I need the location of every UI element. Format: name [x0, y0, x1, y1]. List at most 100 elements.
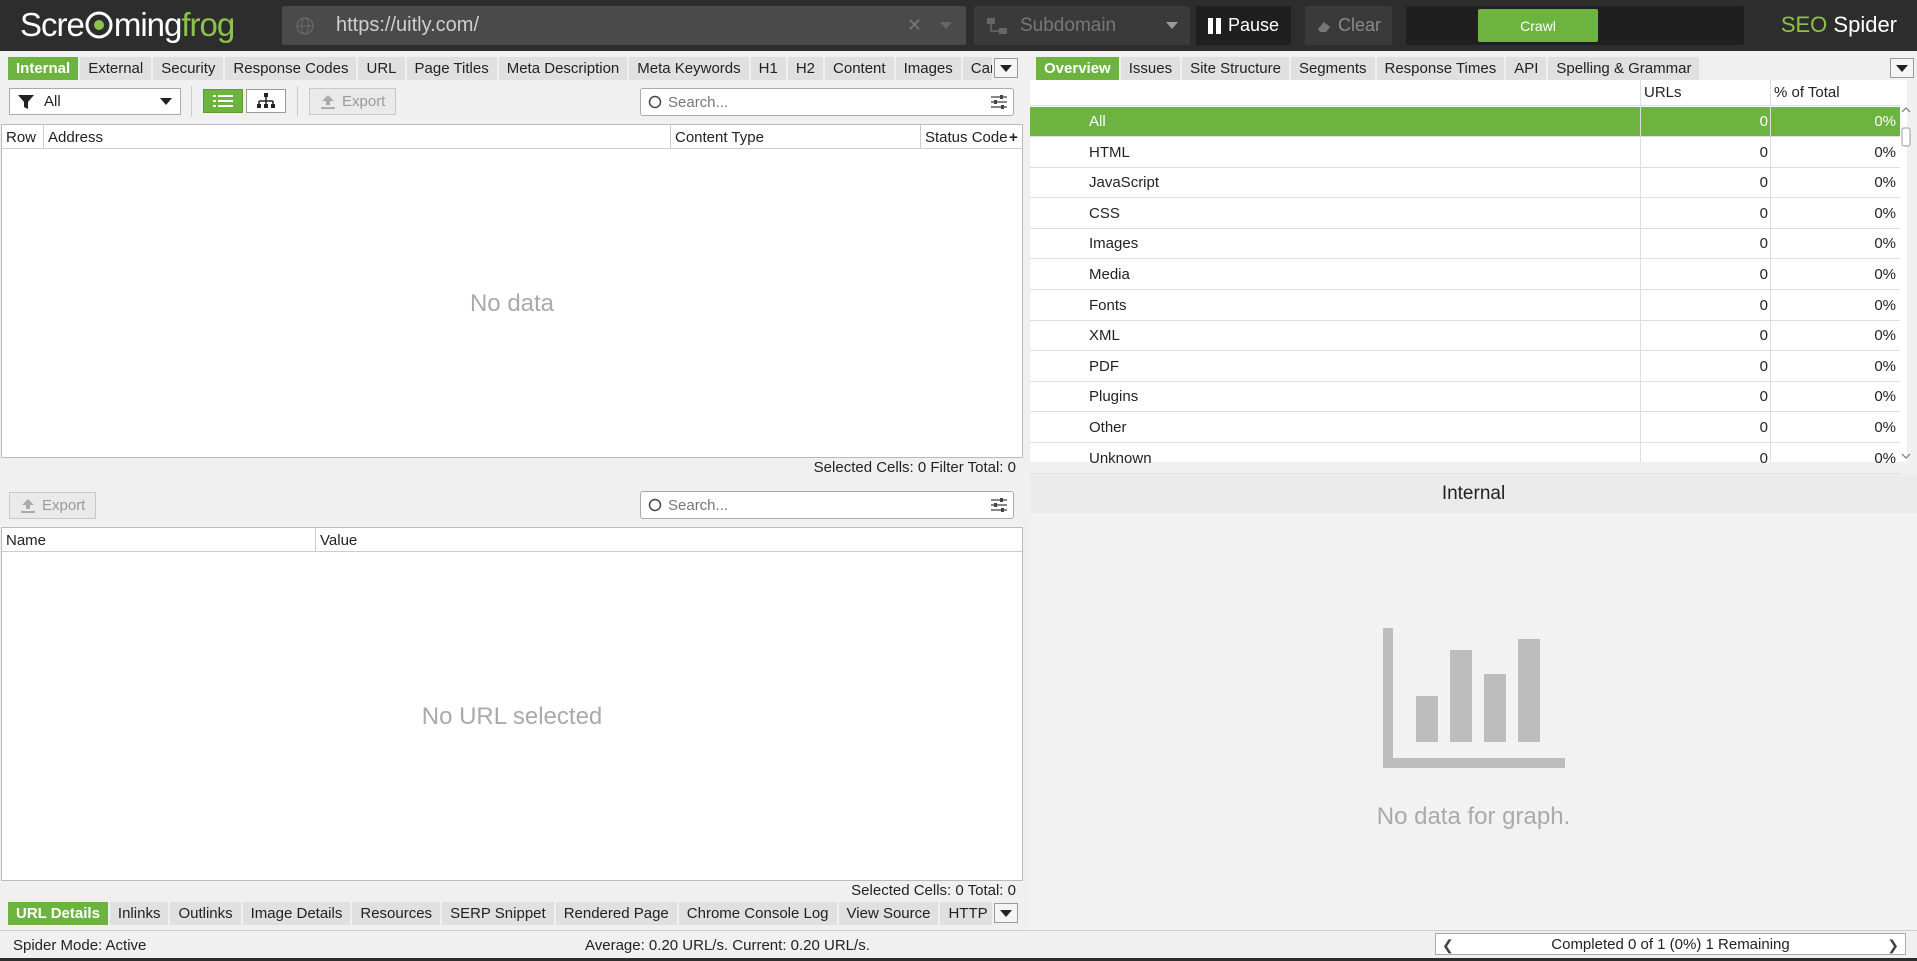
column-header-address[interactable]: Address	[44, 125, 671, 149]
detail-export-button[interactable]: Export	[9, 492, 97, 519]
grid-header: Row Address Content Type Status Code +	[2, 125, 1022, 149]
tab-meta-description[interactable]: Meta Description	[498, 56, 628, 80]
more-right-tabs-dropdown[interactable]	[1890, 58, 1914, 78]
crawl-mode-select[interactable]: Subdomain	[974, 6, 1190, 45]
detail-tab-chrome-console-log[interactable]: Chrome Console Log	[678, 901, 837, 925]
list-icon	[213, 95, 233, 107]
url-text[interactable]: https://uitly.com/	[336, 14, 907, 37]
overview-cell-name: Images	[1089, 235, 1139, 253]
pause-button[interactable]: Pause	[1196, 6, 1291, 45]
detail-tab-serp-snippet[interactable]: SERP Snippet	[442, 901, 554, 925]
detail-tab-view-source[interactable]: View Source	[838, 901, 939, 925]
chevron-left-icon[interactable]: ❮	[1442, 937, 1454, 954]
detail-grid-header: Name Value	[2, 528, 1022, 552]
upload-icon	[321, 94, 335, 109]
right-tab-overview[interactable]: Overview	[1036, 56, 1119, 80]
add-column-icon[interactable]: +	[1007, 125, 1022, 149]
tab-security[interactable]: Security	[153, 56, 224, 80]
overview-table: URLs % of Total All 0 0% HTML 0 0% JavaScript 0…	[1030, 80, 1907, 474]
search-options-icon[interactable]	[991, 498, 1007, 512]
chevron-down-icon	[1000, 64, 1012, 72]
main-tab-bar: Internal External Security Response Codes UR…	[8, 56, 992, 80]
column-header-pct-total[interactable]: % of Total	[1774, 84, 1840, 101]
tab-external[interactable]: External	[80, 56, 152, 80]
overview-cell-name: HTML	[1089, 143, 1130, 161]
overview-cell-urls: 0	[1759, 449, 1768, 467]
overview-cell-urls: 0	[1759, 235, 1768, 253]
more-detail-tabs-dropdown[interactable]	[994, 903, 1018, 923]
detail-tab-outlinks[interactable]: Outlinks	[170, 901, 241, 925]
overview-cell-name: XML	[1089, 327, 1120, 345]
export-label: Export	[342, 93, 386, 110]
column-header-status-code[interactable]: Status Code	[921, 125, 1007, 149]
overview-cell-pct: 0%	[1874, 357, 1896, 375]
tab-page-titles[interactable]: Page Titles	[406, 56, 497, 80]
tab-images[interactable]: Images	[895, 56, 961, 80]
tab-meta-keywords[interactable]: Meta Keywords	[629, 56, 749, 80]
column-header-row[interactable]: Row	[2, 125, 44, 149]
url-history-dropdown-icon[interactable]	[940, 17, 952, 34]
column-header-value[interactable]: Value	[316, 528, 1022, 552]
overview-cell-urls: 0	[1759, 174, 1768, 192]
detail-search-input[interactable]: Search...	[640, 491, 1014, 519]
column-header-content-type[interactable]: Content Type	[671, 125, 921, 149]
tab-response-codes[interactable]: Response Codes	[225, 56, 357, 80]
detail-tab-resources[interactable]: Resources	[352, 901, 441, 925]
clear-button[interactable]: Clear	[1305, 6, 1392, 45]
filter-select[interactable]: All	[9, 88, 181, 115]
tab-internal[interactable]: Internal	[8, 56, 79, 80]
brand-label: SEO Spider	[1781, 12, 1897, 38]
tab-h2[interactable]: H2	[787, 56, 824, 80]
detail-tab-rendered-page[interactable]: Rendered Page	[555, 901, 677, 925]
logo-text-mid: ming	[113, 6, 183, 43]
right-tab-response-times[interactable]: Response Times	[1376, 56, 1505, 80]
right-tab-spelling-grammar[interactable]: Spelling & Grammar	[1548, 56, 1700, 80]
tree-view-button[interactable]	[246, 89, 286, 113]
tab-h1[interactable]: H1	[750, 56, 786, 80]
list-view-button[interactable]	[203, 89, 243, 113]
overview-scrollbar[interactable]	[1900, 106, 1912, 462]
overview-cell-pct: 0%	[1874, 327, 1896, 345]
detail-tab-image-details[interactable]: Image Details	[242, 901, 351, 925]
brand-seo: SEO	[1780, 12, 1828, 37]
right-tab-issues[interactable]: Issues	[1120, 56, 1181, 80]
column-divider	[1640, 80, 1641, 462]
detail-tab-http-hea[interactable]: HTTP Hea	[940, 901, 992, 925]
detail-tab-inlinks[interactable]: Inlinks	[109, 901, 169, 925]
tab-canoni[interactable]: Canoni	[962, 56, 992, 80]
url-input[interactable]: https://uitly.com/ ✕	[282, 6, 966, 45]
grid-status: Selected Cells: 0 Filter Total: 0	[813, 459, 1016, 476]
column-header-name[interactable]: Name	[2, 528, 316, 552]
more-tabs-dropdown[interactable]	[994, 58, 1018, 78]
chevron-right-icon[interactable]: ❯	[1887, 937, 1899, 954]
detail-tab-url-details[interactable]: URL Details	[8, 901, 108, 925]
crawl-rate-status: Average: 0.20 URL/s. Current: 0.20 URL/s…	[585, 937, 870, 954]
export-button[interactable]: Export	[309, 88, 397, 115]
search-input[interactable]: Search...	[640, 88, 1014, 116]
crawl-button[interactable]: Crawl	[1478, 9, 1598, 42]
overview-cell-name: Fonts	[1089, 296, 1127, 314]
search-icon	[648, 95, 662, 109]
logo-text-left: Scre	[20, 6, 85, 43]
tab-url[interactable]: URL	[358, 56, 405, 80]
empty-grid-message: No data	[469, 290, 555, 317]
main-data-grid: Row Address Content Type Status Code + N…	[1, 124, 1023, 458]
overview-cell-urls: 0	[1759, 204, 1768, 222]
frog-logo-icon	[85, 11, 113, 39]
chevron-down-icon	[1166, 17, 1178, 34]
right-tab-api[interactable]: API	[1506, 56, 1547, 80]
clear-url-icon[interactable]: ✕	[907, 15, 922, 36]
detail-grid-status: Selected Cells: 0 Total: 0	[851, 882, 1016, 899]
right-tab-site-structure[interactable]: Site Structure	[1182, 56, 1289, 80]
overview-cell-urls: 0	[1759, 327, 1768, 345]
column-header-urls[interactable]: URLs	[1644, 84, 1682, 101]
upload-icon	[21, 498, 35, 513]
detail-data-grid: Name Value No URL selected	[1, 527, 1023, 881]
globe-icon	[296, 16, 314, 35]
chevron-down-icon	[160, 97, 172, 105]
tab-content[interactable]: Content	[825, 56, 894, 80]
search-options-icon[interactable]	[991, 95, 1007, 109]
search-placeholder: Search...	[668, 93, 729, 111]
detail-search-placeholder: Search...	[668, 496, 729, 514]
right-tab-segments[interactable]: Segments	[1290, 56, 1375, 80]
